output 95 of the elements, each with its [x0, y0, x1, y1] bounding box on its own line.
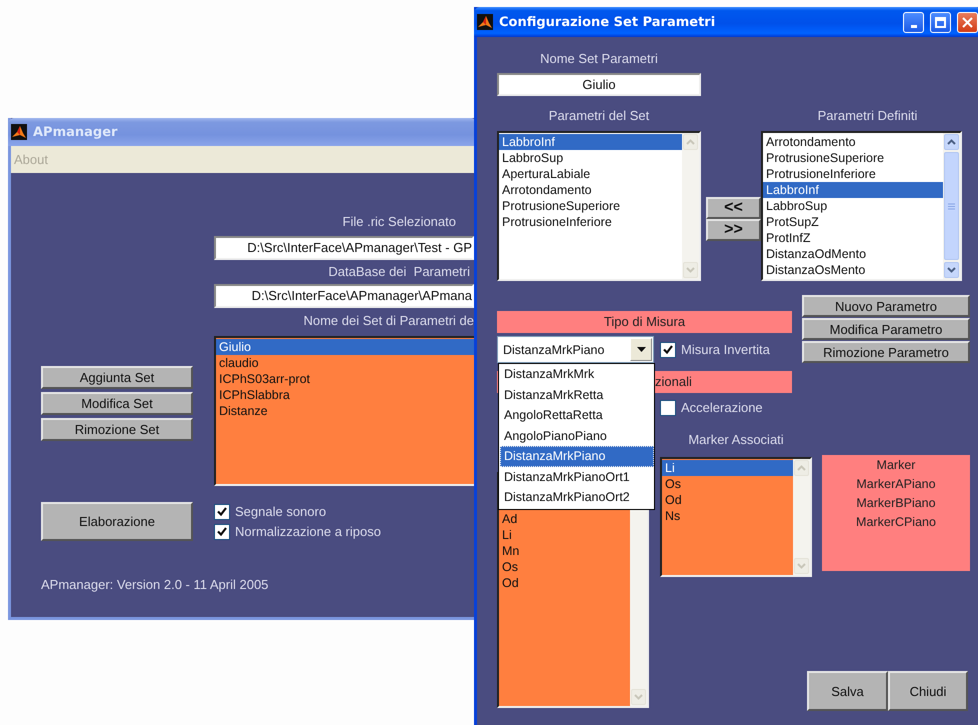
checkmark-icon — [217, 527, 227, 536]
chevron-up-icon — [686, 139, 695, 145]
list-item[interactable]: Os — [662, 476, 793, 492]
scroll-down-button[interactable] — [944, 262, 959, 278]
list-item[interactable]: Li — [499, 527, 630, 543]
field-label: Nome Set Parametri — [539, 50, 659, 68]
list-item[interactable]: Li — [662, 460, 793, 476]
checkbox-label: Segnale sonoro — [235, 504, 326, 519]
list-item[interactable]: LabbroInf — [763, 182, 943, 198]
dropdown-arrow-icon — [636, 347, 646, 352]
list-box[interactable]: Li Os Od Ns — [660, 457, 812, 577]
scroll-up-button[interactable] — [944, 134, 959, 150]
list-item[interactable]: ProtrusioneInferiore — [763, 166, 943, 182]
action-button[interactable]: Salva — [807, 671, 888, 711]
list-item[interactable]: Mn — [499, 543, 630, 559]
list-item[interactable]: DistanzaOsMento — [763, 262, 943, 278]
marker-text: MarkerAPiano — [856, 476, 936, 493]
parameter-button[interactable]: Modifica Parametro — [802, 318, 970, 340]
set-button[interactable]: Aggiunta Set — [41, 366, 193, 389]
field-label: DataBase dei Parametri — [327, 263, 471, 281]
list-label: Parametri del Set — [548, 107, 650, 125]
checkbox[interactable] — [214, 504, 230, 520]
process-button[interactable]: Elaborazione — [41, 502, 193, 541]
list-item[interactable]: ProtrusioneInferiore — [499, 214, 682, 230]
chevron-up-icon — [797, 465, 806, 471]
marker-text: MarkerBPiano — [856, 495, 936, 512]
list-item[interactable]: LabbroInf — [499, 134, 682, 150]
app-logo-icon — [11, 124, 27, 140]
list-item[interactable]: ProtSupZ — [763, 214, 943, 230]
action-button[interactable]: Chiudi — [888, 671, 968, 711]
close-icon — [962, 16, 973, 28]
list-item[interactable]: AperturaLabiale — [499, 166, 682, 182]
list-item[interactable]: ProtrusioneSuperiore — [763, 150, 943, 166]
checkbox[interactable] — [660, 400, 676, 416]
list-item[interactable]: LabbroSup — [499, 150, 682, 166]
grip-icon — [948, 202, 955, 210]
list-item[interactable]: Od — [662, 492, 793, 508]
version-text: APmanager: Version 2.0 - 11 April 2005 — [41, 577, 270, 592]
list-item[interactable]: Ad — [499, 511, 630, 527]
parameter-button[interactable]: Nuovo Parametro — [802, 295, 970, 317]
scrollbar[interactable] — [943, 133, 960, 279]
list-box[interactable]: LabbroInf LabbroSup AperturaLabiale Arrotondamento ProtrusioneSuperiore ProtrusioneInferiore — [497, 131, 701, 281]
section-header: Tipo di Misura — [497, 311, 792, 333]
maximize-icon — [935, 16, 946, 28]
app-logo-icon — [477, 14, 493, 30]
list-item[interactable]: Od — [499, 575, 630, 591]
chevron-down-icon — [634, 694, 643, 700]
move-button[interactable]: >> — [706, 219, 761, 241]
parameter-button[interactable]: Rimozione Parametro — [802, 341, 970, 363]
checkbox[interactable] — [660, 342, 676, 358]
checkmark-icon — [663, 345, 673, 354]
path-field[interactable]: D:\Src\InterFace\APmanager\APmana — [214, 284, 474, 308]
window-title: Configurazione Set Parametri — [499, 14, 716, 30]
list-label: Marker Associati — [687, 431, 785, 449]
list-label: Parametri Definiti — [816, 107, 918, 125]
minimize-icon — [910, 24, 916, 28]
checkbox-label: Misura Invertita — [681, 342, 770, 357]
checkbox[interactable] — [214, 524, 230, 540]
list-item[interactable]: Distanze — [216, 403, 474, 419]
scroll-thumb[interactable] — [944, 152, 959, 260]
list-item[interactable]: Os — [499, 559, 630, 575]
list-item[interactable]: DistanzaOdMento — [763, 246, 943, 262]
window-title: APmanager — [33, 124, 118, 140]
list-item[interactable]: ICPhS03arr-prot — [216, 371, 474, 387]
dropdown-option[interactable]: DistanzaMrkPiano — [500, 446, 654, 466]
list-item[interactable]: ProtInfZ — [763, 230, 943, 246]
list-item[interactable]: ICPhSlabbra — [216, 387, 474, 403]
checkbox-label: Accelerazione — [681, 400, 763, 415]
list-label: Nome dei Set di Parametri de — [302, 312, 474, 330]
name-field[interactable]: Giulio — [497, 73, 701, 96]
chevron-down-icon — [947, 267, 956, 273]
checkbox-label: Normalizzazione a riposo — [235, 524, 381, 539]
chevron-down-icon — [686, 267, 695, 273]
list-box[interactable]: Giulio claudio ICPhS03arr-prot ICPhSlabbra Distanze — [214, 336, 476, 486]
set-button[interactable]: Modifica Set — [41, 392, 193, 415]
list-box[interactable]: Arrotondamento ProtrusioneSuperiore ProtrusioneInferiore LabbroInf LabbroSup ProtSupZ ProtInfZ DistanzaOdMento DistanzaOsMento — [761, 131, 962, 281]
field-label: File .ric Selezionato — [342, 213, 457, 231]
list-item[interactable]: Giulio — [216, 339, 474, 355]
list-item[interactable]: LabbroSup — [763, 198, 943, 214]
set-button[interactable]: Rimozione Set — [41, 418, 193, 441]
marker-text: MarkerCPiano — [856, 514, 936, 531]
list-item[interactable]: ProtrusioneSuperiore — [499, 198, 682, 214]
checkmark-icon — [217, 507, 227, 516]
list-item[interactable]: Arrotondamento — [763, 134, 943, 150]
path-field[interactable]: D:\Src\InterFace\APmanager\Test - GP — [214, 236, 474, 260]
marker-text: Marker — [876, 457, 916, 474]
chevron-up-icon — [947, 139, 956, 145]
maximize-button[interactable] — [930, 12, 951, 32]
list-item[interactable]: Ns — [662, 508, 793, 524]
move-button[interactable]: << — [706, 197, 761, 219]
close-button[interactable] — [957, 12, 978, 32]
minimize-button[interactable] — [903, 12, 924, 32]
chevron-down-icon — [797, 563, 806, 569]
list-item[interactable]: claudio — [216, 355, 474, 371]
list-item[interactable]: Arrotondamento — [499, 182, 682, 198]
